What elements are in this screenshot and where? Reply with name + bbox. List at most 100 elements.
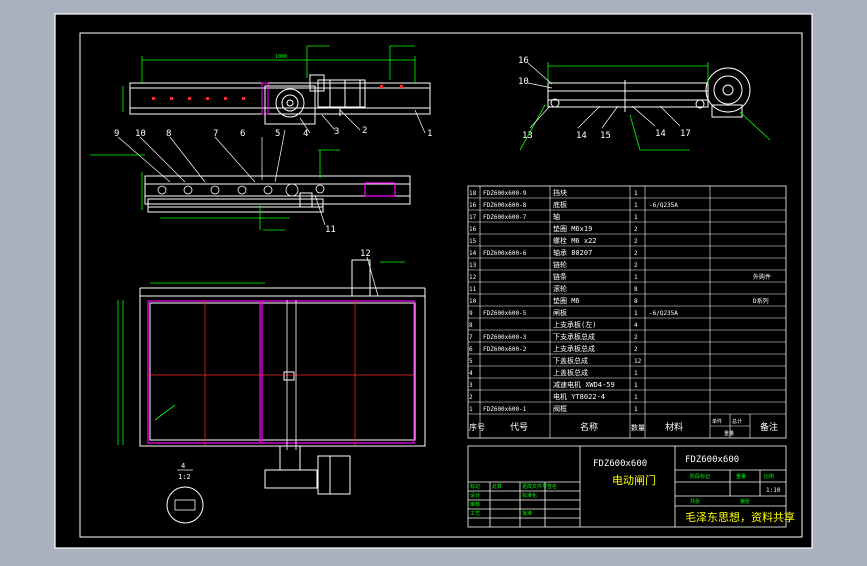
bom-row-name: 阀框 [553,404,567,413]
bom-row-no: 4 [469,370,473,377]
callout-10: 10 [135,129,146,139]
bom-row-code: FDZ600x600-3 [483,334,527,341]
bom-row-qty: 1 [634,370,638,377]
bom-row-name: 垫圈 M6x19 [553,224,592,233]
callout-11: 11 [325,225,336,235]
bom-row-qty: 1 [634,310,638,317]
bom-row-code: FDZ600x600-5 [483,310,527,317]
bom-row-code: FDZ600x600-1 [483,406,527,413]
tb-weight: 重量 [736,473,746,480]
detail-ratio: 1:2 [178,473,191,481]
tb-ratio: 比例 [764,473,774,480]
bom-row-no: 10 [469,298,477,305]
bom-row-no: 17 [469,214,477,221]
bom-row-name: 底板 [553,200,567,209]
bom-row-no: 11 [469,286,477,293]
bom-row-no: 16 [469,226,477,233]
bom-row-qty: 2 [634,226,638,233]
bom-row-remark: D系列 [753,297,769,305]
bom-row-no: 5 [469,358,473,365]
callout-9: 9 [114,129,119,139]
bom-row-material: -6/Q235A [649,310,678,317]
bom-row-no: 9 [469,310,473,317]
sheet-frame [54,13,813,549]
bom-row-name: 上盖板总成 [553,368,588,377]
callout-6: 6 [240,129,245,139]
bom-header-remark: 备注 [760,421,778,433]
tb-change-doc: 更改文件号 [522,483,547,490]
title-block-scale: 1:10 [766,487,781,494]
bom-row-name: 上支承板总成 [553,344,595,353]
callout-r-16: 16 [518,56,529,66]
tb-design: 设计 [470,492,480,499]
bom-row-name: 链轮 [553,260,567,269]
bom-row-no: 2 [469,394,473,401]
callout-r-13: 13 [522,131,533,141]
bom-row-remark: 外购件 [753,273,771,281]
tb-check: 审核 [470,501,480,508]
cad-viewport[interactable]: 1000 1 2 3 4 5 6 7 8 9 10 11 12 4 1:2 16… [0,0,867,562]
front-view-dim-text: 1000 [275,54,287,60]
callout-r-14a: 14 [576,131,587,141]
bom-row-qty: 2 [634,346,638,353]
bom-row-no: 3 [469,382,473,389]
title-block-credit: 毛泽东思想，资料共享 [685,510,795,524]
bom-header-material: 材料 [665,421,683,433]
callout-4: 4 [303,129,308,139]
tb-approve: 批准 [522,510,532,517]
callout-1: 1 [427,129,432,139]
callout-3: 3 [334,127,339,137]
bom-row-no: 8 [469,322,473,329]
title-block-code-right: FDZ600x600 [685,455,739,465]
tb-mark: 标记 [470,483,480,490]
tb-stage-mark: 阶段标记 [690,473,710,480]
callout-8: 8 [166,129,171,139]
bom-row-name: 电机 YT8022-4 [553,392,605,401]
bom-row-qty: 2 [634,250,638,257]
bom-row-material: -6/Q235A [649,202,678,209]
bom-row-qty: 1 [634,406,638,413]
bom-row-qty: 2 [634,262,638,269]
bom-row-no: 15 [469,238,477,245]
tb-count: 处数 [492,483,502,490]
bom-header-name: 名称 [580,421,598,433]
tb-process: 工艺 [470,511,480,517]
title-block-code: FDZ600x600 [593,459,647,469]
detail-label: 4 [181,462,185,470]
bom-row-qty: 8 [634,298,638,305]
bom-row-no: 16 [469,202,477,209]
bom-row-qty: 12 [634,358,642,365]
bom-row-code: FDZ600x600-8 [483,202,527,209]
bom-row-code: FDZ600x600-2 [483,346,527,353]
tb-standard: 标准化 [522,492,537,499]
bom-row-no: 12 [469,274,477,281]
bom-header-weight-single: 单件 [712,418,722,425]
bom-row-name: 链条 [553,272,567,281]
bom-row-qty: 8 [634,286,638,293]
bom-row-name: 上支承板(左) [553,320,596,329]
bom-row-qty: 2 [634,238,638,245]
bom-row-qty: 1 [634,274,638,281]
bom-row-qty: 1 [634,214,638,221]
bom-row-no: 6 [469,346,473,353]
callout-7: 7 [213,129,218,139]
bom-row-qty: 1 [634,394,638,401]
bom-row-name: 减速电机 XWD4-59 [553,380,615,389]
bom-header-weight-total: 总计 [732,418,742,425]
bom-row-no: 1 [469,406,473,413]
callout-2: 2 [362,126,367,136]
callout-r-17: 17 [680,129,691,139]
bom-row-name: 下支承板总成 [553,332,595,341]
bom-row-no: 7 [469,334,473,341]
bom-row-name: 轴承 80207 [553,248,592,257]
bom-row-code: FDZ600x600-9 [483,190,527,197]
bom-row-qty: 1 [634,382,638,389]
callout-r-15: 15 [600,131,611,141]
title-block-name: 电动闸门 [612,473,656,487]
callout-r-14b: 14 [655,129,666,139]
bom-header-index: 序号 [469,422,485,432]
callout-12: 12 [360,249,371,259]
bom-row-no: 13 [469,262,477,269]
tb-sign: 签名 [547,483,557,490]
cad-drawing: 1000 1 2 3 4 5 6 7 8 9 10 11 12 4 1:2 16… [54,13,813,549]
